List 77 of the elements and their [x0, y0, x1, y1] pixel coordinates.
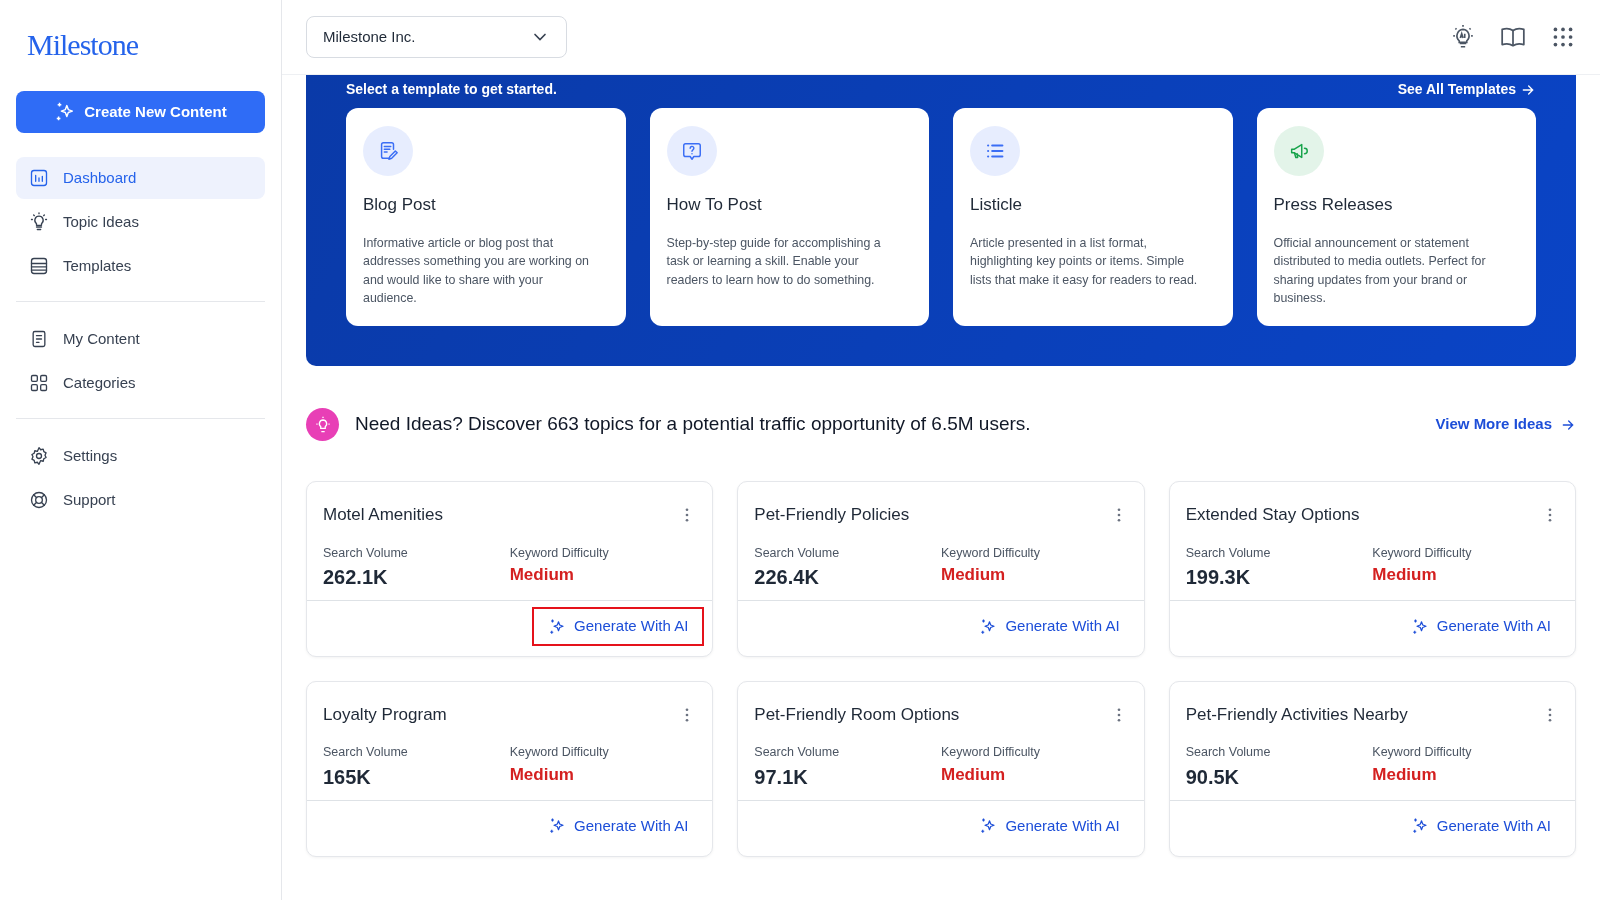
sparkle-icon [1410, 617, 1429, 636]
sidebar-item[interactable]: Templates [16, 245, 265, 287]
template-description: Informative article or blog post that addresses something you are working on and would like to share with your audience. [363, 234, 590, 308]
template-description: Step-by-step guide for accomplishing a task or learning a skill. Enable your readers to learn how to do something. [666, 234, 882, 289]
difficulty-value: Medium [941, 764, 1007, 786]
stat-label: Keyword Difficulty [509, 744, 610, 762]
stat-label: Search Volume [754, 744, 841, 762]
ideas-message: Need Ideas? Discover 663 topics for a potential traffic opportunity of 6.5M users. [355, 412, 1031, 437]
generate-with-ai-button[interactable]: Generate With AI [963, 807, 1136, 846]
search-volume-value: 97.1K [754, 765, 809, 790]
template-title: Blog Post [363, 194, 437, 216]
search-volume-value: 165K [323, 765, 372, 790]
stat-label: Search Volume [323, 544, 409, 562]
difficulty-value: Medium [509, 564, 575, 587]
template-card[interactable]: Listicle Article presented in a list format, highlighting key points or items. Simple lists that make it easy for readers to read. [953, 108, 1233, 326]
topic-title: Motel Amenities [323, 504, 443, 526]
generate-with-ai-button[interactable]: Generate With AI [1394, 607, 1567, 646]
settings-icon [29, 446, 49, 466]
sidebar-item[interactable]: Dashboard [16, 157, 265, 199]
template-title: Press Releases [1273, 194, 1394, 216]
banner-subtitle: Select a template to get started. [346, 80, 557, 99]
difficulty-value: Medium [941, 564, 1007, 587]
sidebar-item[interactable]: Settings [16, 435, 265, 477]
topic-title: Pet-Friendly Room Options [754, 703, 960, 726]
generate-with-ai-button[interactable]: Generate With AI [532, 807, 705, 846]
organization-select[interactable]: Milestone Inc. [306, 16, 567, 58]
lifebuoy-icon [29, 490, 49, 510]
lightbulb-icon [306, 408, 339, 441]
search-volume-value: 90.5K [1185, 765, 1241, 790]
template-title: How To Post [666, 194, 763, 216]
bar-chart-icon [29, 168, 49, 188]
grid-icon [29, 373, 49, 393]
topic-title: Extended Stay Options [1185, 504, 1360, 526]
search-volume-value: 226.4K [754, 565, 820, 591]
stat-label: Keyword Difficulty [941, 544, 1042, 562]
template-title: Listicle [970, 194, 1023, 216]
sidebar-item[interactable]: Topic Ideas [16, 201, 265, 243]
sparkle-icon [979, 617, 998, 636]
sparkle-icon [979, 817, 998, 836]
difficulty-value: Medium [1372, 764, 1438, 786]
template-description: Official announcement or statement distributed to media outlets. Perfect for sharing updates from your brand or business. [1273, 234, 1487, 308]
topic-title: Loyalty Program [323, 703, 447, 726]
sparkle-icon [1410, 817, 1429, 836]
see-all-templates-link[interactable]: See All Templates [1397, 79, 1536, 100]
sidebar-item[interactable]: Support [16, 479, 265, 521]
logo[interactable]: Milestone [27, 22, 138, 67]
template-card[interactable]: Blog Post Informative article or blog post that addresses something you are working on and would like to share with your audience. [346, 108, 626, 326]
question-bubble-icon [680, 140, 703, 162]
lightbulb-icon [29, 212, 49, 232]
sparkle-icon [548, 817, 567, 836]
generate-with-ai-button[interactable]: Generate With AI [1394, 807, 1567, 846]
template-card[interactable]: How To Post Step-by-step guide for accomplishing a task or learning a skill. Enable your readers to learn how to do something. [649, 108, 929, 326]
stat-label: Search Volume [754, 544, 841, 562]
difficulty-value: Medium [1372, 564, 1438, 587]
view-more-ideas-link[interactable]: View More Ideas [1435, 413, 1576, 436]
stat-label: Keyword Difficulty [941, 744, 1042, 762]
stat-label: Keyword Difficulty [1372, 744, 1473, 762]
list-icon [29, 256, 49, 276]
sparkle-icon [548, 617, 567, 636]
stat-label: Keyword Difficulty [1372, 544, 1473, 562]
generate-with-ai-button[interactable]: Generate With AI [963, 607, 1136, 646]
stat-label: Search Volume [1185, 744, 1272, 762]
stat-label: Keyword Difficulty [509, 544, 610, 562]
stat-label: Search Volume [323, 744, 409, 762]
template-card[interactable]: Press Releases Official announcement or statement distributed to media outlets. Perfect for sharing updates from your brand or business. [1256, 108, 1536, 326]
sidebar-item[interactable]: Categories [16, 362, 265, 404]
create-content-button[interactable]: Create New Content [16, 91, 265, 133]
search-volume-value: 262.1K [323, 565, 389, 591]
topic-title: Pet-Friendly Policies [754, 504, 910, 526]
generate-with-ai-button[interactable]: Generate With AI [532, 607, 705, 646]
stat-label: Search Volume [1185, 544, 1272, 562]
search-volume-value: 199.3K [1185, 565, 1252, 591]
template-description: Article presented in a list format, highlighting key points or items. Simple lists that make it easy for readers to read. [970, 234, 1199, 289]
sidebar-item[interactable]: My Content [16, 318, 265, 360]
topic-title: Pet-Friendly Activities Nearby [1185, 703, 1408, 726]
difficulty-value: Medium [509, 764, 575, 786]
lightbulb-icon[interactable] [1450, 24, 1476, 50]
